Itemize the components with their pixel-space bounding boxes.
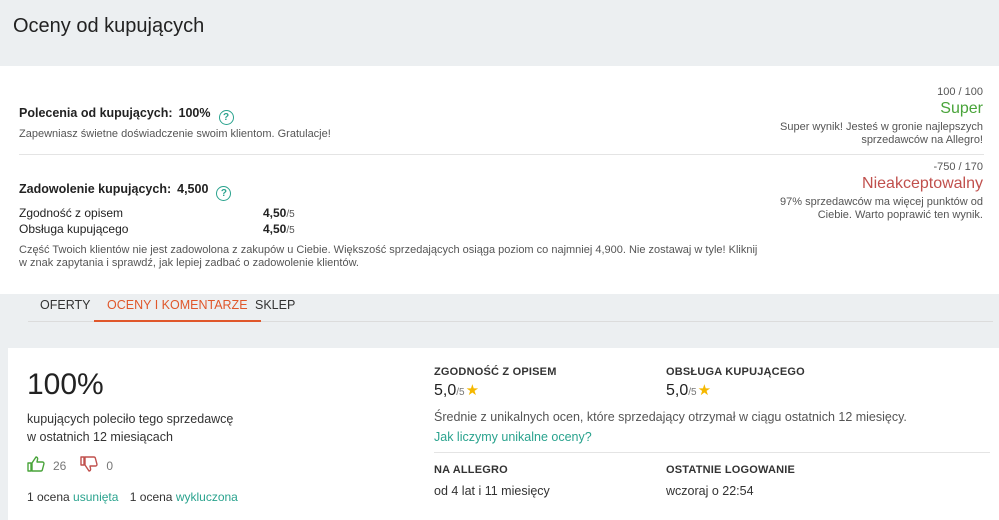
help-icon[interactable]: ? [216, 186, 232, 201]
description-score: 5,0/5★ [434, 382, 480, 399]
service-heading: OBSŁUGA KUPUJĄCEGO [666, 366, 805, 378]
tab-ratings-comments[interactable]: OCENY I KOMENTARZE [94, 294, 261, 322]
satisfaction-warning: Część Twoich klientów nie jest zadowolon… [19, 244, 758, 269]
tab-shop[interactable]: SKLEP [255, 294, 295, 322]
satisfaction-score: -750 / 170 [933, 161, 983, 173]
seller-quality-card: Polecenia od kupujących: 100%? Zapewniasz… [0, 66, 999, 294]
divider [434, 452, 990, 453]
recommendations-verdict: Super [940, 100, 983, 117]
on-allegro-value: od 4 lat i 11 miesięcy [434, 484, 550, 498]
recommendation-text: kupujących poleciło tego sprzedawcę w os… [27, 412, 234, 444]
satisfaction-verdict: Nieakceptowalny [862, 175, 983, 192]
excluded-link[interactable]: wykluczona [176, 490, 238, 504]
page-title: Oceny od kupujących [13, 15, 205, 37]
tab-bar: OFERTY OCENY I KOMENTARZE SKLEP [28, 294, 993, 322]
negative-count: 0 [106, 458, 114, 473]
votes: 26 0 [27, 456, 127, 475]
ratings-summary-panel: 100% kupujących poleciło tego sprzedawcę… [8, 348, 999, 520]
thumbs-down-icon[interactable] [80, 456, 99, 475]
last-login-heading: OSTATNIE LOGOWANIE [666, 464, 796, 476]
recommendations-score-panel: 100 / 100 Super Super wynik! Jesteś w gr… [778, 86, 983, 147]
removed-excluded-info: 1 ocena usunięta 1 ocena wykluczona [27, 490, 238, 504]
recommendations-row: Polecenia od kupujących: 100%? [19, 104, 234, 125]
thumbs-up-icon[interactable] [27, 456, 45, 475]
satisfaction-score-panel: -750 / 170 Nieakceptowalny 97% sprzedawc… [768, 161, 983, 222]
satisfaction-label: Zadowolenie kupujących: 4,500 [19, 182, 209, 196]
removed-link[interactable]: usunięta [73, 490, 118, 504]
satisfaction-verdict-desc: 97% sprzedawców ma więcej punktów od Cie… [780, 196, 983, 221]
star-icon: ★ [465, 382, 480, 399]
recommendation-percent: 100% [27, 368, 104, 401]
satisfaction-detail-row: Obsługa kupującego 4,50/5 [19, 222, 295, 236]
satisfaction-detail-row: Zgodność z opisem 4,50/5 [19, 206, 295, 220]
recommendations-description: Zapewniasz świetne doświadczenie swoim k… [19, 128, 331, 140]
divider [19, 154, 984, 155]
description-heading: ZGODNOŚĆ Z OPISEM [434, 366, 557, 378]
how-calculated-link[interactable]: Jak liczymy unikalne oceny? [434, 430, 592, 444]
positive-count: 26 [53, 458, 67, 473]
star-icon: ★ [697, 382, 712, 399]
recommendations-label: Polecenia od kupujących: 100% [19, 106, 211, 120]
on-allegro-heading: NA ALLEGRO [434, 464, 508, 476]
recommendations-verdict-desc: Super wynik! Jesteś w gronie najlepszych… [780, 121, 983, 146]
last-login-value: wczoraj o 22:54 [666, 484, 754, 498]
satisfaction-row: Zadowolenie kupujących: 4,500? [19, 180, 232, 201]
service-score: 5,0/5★ [666, 382, 712, 399]
tab-offers[interactable]: OFERTY [40, 294, 90, 322]
ratings-note: Średnie z unikalnych ocen, które sprzeda… [434, 410, 907, 424]
help-icon[interactable]: ? [218, 110, 234, 125]
recommendations-score: 100 / 100 [937, 86, 983, 98]
